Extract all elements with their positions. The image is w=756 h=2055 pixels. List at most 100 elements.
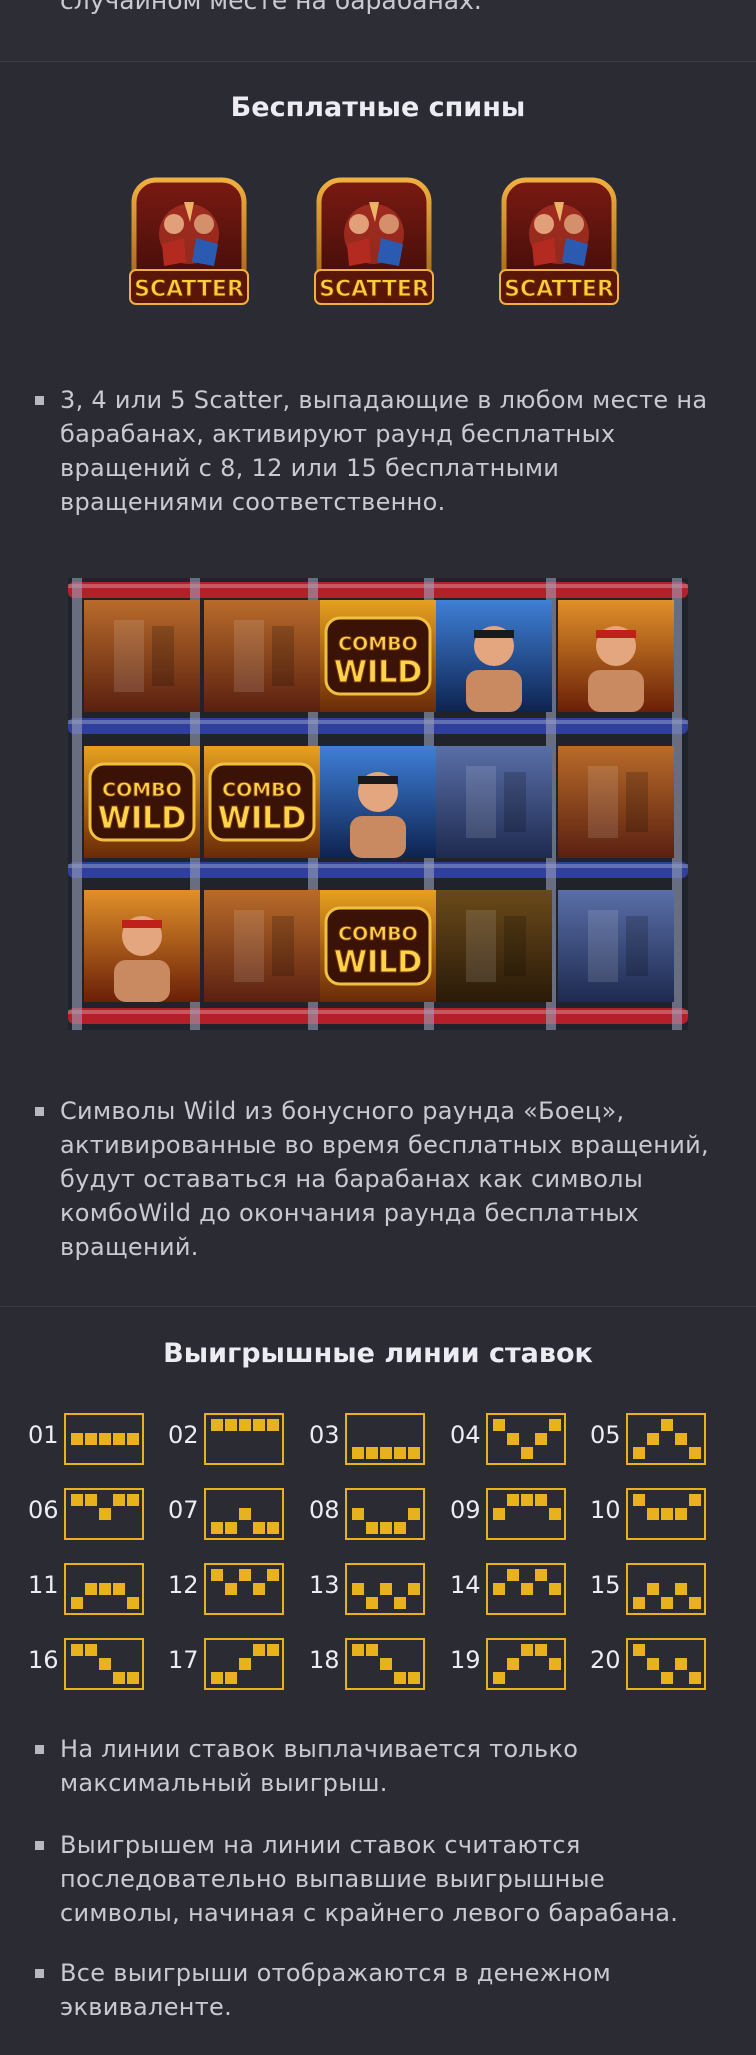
reel-grid: COMBOWILDCOMBOWILDCOMBOWILDCOMBOWILD <box>68 578 688 1030</box>
payline-number: 14 <box>450 1571 481 1599</box>
payline-cell <box>507 1569 519 1581</box>
payline-07: 07 <box>168 1488 298 1540</box>
payline-number: 16 <box>28 1646 59 1674</box>
payline-14: 14 <box>450 1563 580 1615</box>
payline-cell <box>352 1508 364 1520</box>
payline-cell <box>493 1419 505 1431</box>
payline-pattern <box>64 1563 144 1615</box>
payline-12: 12 <box>168 1563 298 1615</box>
combo-wild-text: COMBO <box>102 779 182 801</box>
payline-cell <box>493 1583 505 1595</box>
payline-pattern <box>626 1488 706 1540</box>
payline-pattern <box>345 1488 425 1540</box>
payline-cell <box>85 1433 97 1445</box>
payline-pattern <box>64 1638 144 1690</box>
payline-cell <box>380 1447 392 1459</box>
payline-cell <box>507 1494 519 1506</box>
fighter-body <box>350 816 406 858</box>
payline-number: 04 <box>450 1421 481 1449</box>
payline-cell <box>493 1672 505 1684</box>
payline-cell <box>689 1494 701 1506</box>
payline-pattern <box>626 1563 706 1615</box>
payline-cell <box>239 1569 251 1581</box>
payline-cell <box>71 1494 83 1506</box>
payline-18: 18 <box>309 1638 439 1690</box>
payline-pattern <box>204 1563 284 1615</box>
payline-cell <box>661 1597 673 1609</box>
payline-pattern <box>486 1488 566 1540</box>
note-max-win: На линии ставок выплачивается только мак… <box>35 1732 720 1800</box>
payline-cell <box>535 1569 547 1581</box>
payline-cell <box>408 1508 420 1520</box>
payline-cell <box>366 1644 378 1656</box>
ring-post <box>72 578 82 1030</box>
payline-pattern <box>486 1563 566 1615</box>
combo-wild-text: COMBO <box>222 779 302 801</box>
payline-cell <box>394 1522 406 1534</box>
note-consecutive-symbols: Выигрышем на линии ставок считаются посл… <box>35 1828 720 1930</box>
payline-cell <box>253 1583 265 1595</box>
payline-cell <box>113 1433 125 1445</box>
payline-pattern <box>345 1413 425 1465</box>
payline-cell <box>85 1644 97 1656</box>
note-cash-value: Все выигрыши отображаются в денежном экв… <box>35 1956 720 2024</box>
payline-cell <box>675 1583 687 1595</box>
svg-text:SCATTER: SCATTER <box>134 277 244 302</box>
payline-01: 01 <box>28 1413 158 1465</box>
payline-cell <box>380 1658 392 1670</box>
payline-pattern <box>204 1638 284 1690</box>
payline-pattern <box>626 1413 706 1465</box>
payline-cell <box>366 1522 378 1534</box>
payline-cell <box>549 1658 561 1670</box>
payline-number: 05 <box>590 1421 621 1449</box>
payline-cell <box>549 1508 561 1520</box>
payline-cell <box>113 1672 125 1684</box>
payline-pattern <box>64 1488 144 1540</box>
payline-number: 17 <box>168 1646 199 1674</box>
payline-cell <box>99 1433 111 1445</box>
payline-cell <box>127 1672 139 1684</box>
payline-cell <box>535 1494 547 1506</box>
payline-number: 18 <box>309 1646 340 1674</box>
payline-cell <box>71 1597 83 1609</box>
payline-08: 08 <box>309 1488 439 1540</box>
payline-cell <box>521 1447 533 1459</box>
section-divider <box>0 1306 756 1307</box>
payline-20: 20 <box>590 1638 720 1690</box>
fighter-body <box>466 670 522 712</box>
payline-09: 09 <box>450 1488 580 1540</box>
payline-cell <box>113 1494 125 1506</box>
payline-number: 12 <box>168 1571 199 1599</box>
payline-cell <box>253 1644 265 1656</box>
payline-cell <box>647 1583 659 1595</box>
payline-cell <box>408 1672 420 1684</box>
payline-cell <box>549 1419 561 1431</box>
free-spins-title: Бесплатные спины <box>230 92 526 123</box>
payline-cell <box>633 1644 645 1656</box>
combo-wild-text: COMBO <box>338 633 418 655</box>
scatter-symbols-row: SCATTER SCATTER SCATTER <box>0 172 756 326</box>
payline-cell <box>380 1522 392 1534</box>
payline-cell <box>225 1672 237 1684</box>
payline-number: 08 <box>309 1496 340 1524</box>
payline-cell <box>211 1672 223 1684</box>
payline-cell <box>493 1508 505 1520</box>
payline-pattern <box>204 1488 284 1540</box>
payline-02: 02 <box>168 1413 298 1465</box>
payline-cell <box>113 1583 125 1595</box>
payline-cell <box>633 1597 645 1609</box>
combo-wild-text: WILD <box>218 801 306 836</box>
payline-cell <box>521 1583 533 1595</box>
payline-cell <box>549 1583 561 1595</box>
combo-wild-text: WILD <box>334 945 422 980</box>
payline-pattern <box>204 1413 284 1465</box>
payline-cell <box>267 1419 279 1431</box>
payline-cell <box>675 1433 687 1445</box>
payline-cell <box>239 1658 251 1670</box>
payline-cell <box>408 1447 420 1459</box>
payline-10: 10 <box>590 1488 720 1540</box>
payline-cell <box>507 1658 519 1670</box>
payline-cell <box>661 1672 673 1684</box>
payline-cell <box>211 1419 223 1431</box>
payline-cell <box>647 1508 659 1520</box>
